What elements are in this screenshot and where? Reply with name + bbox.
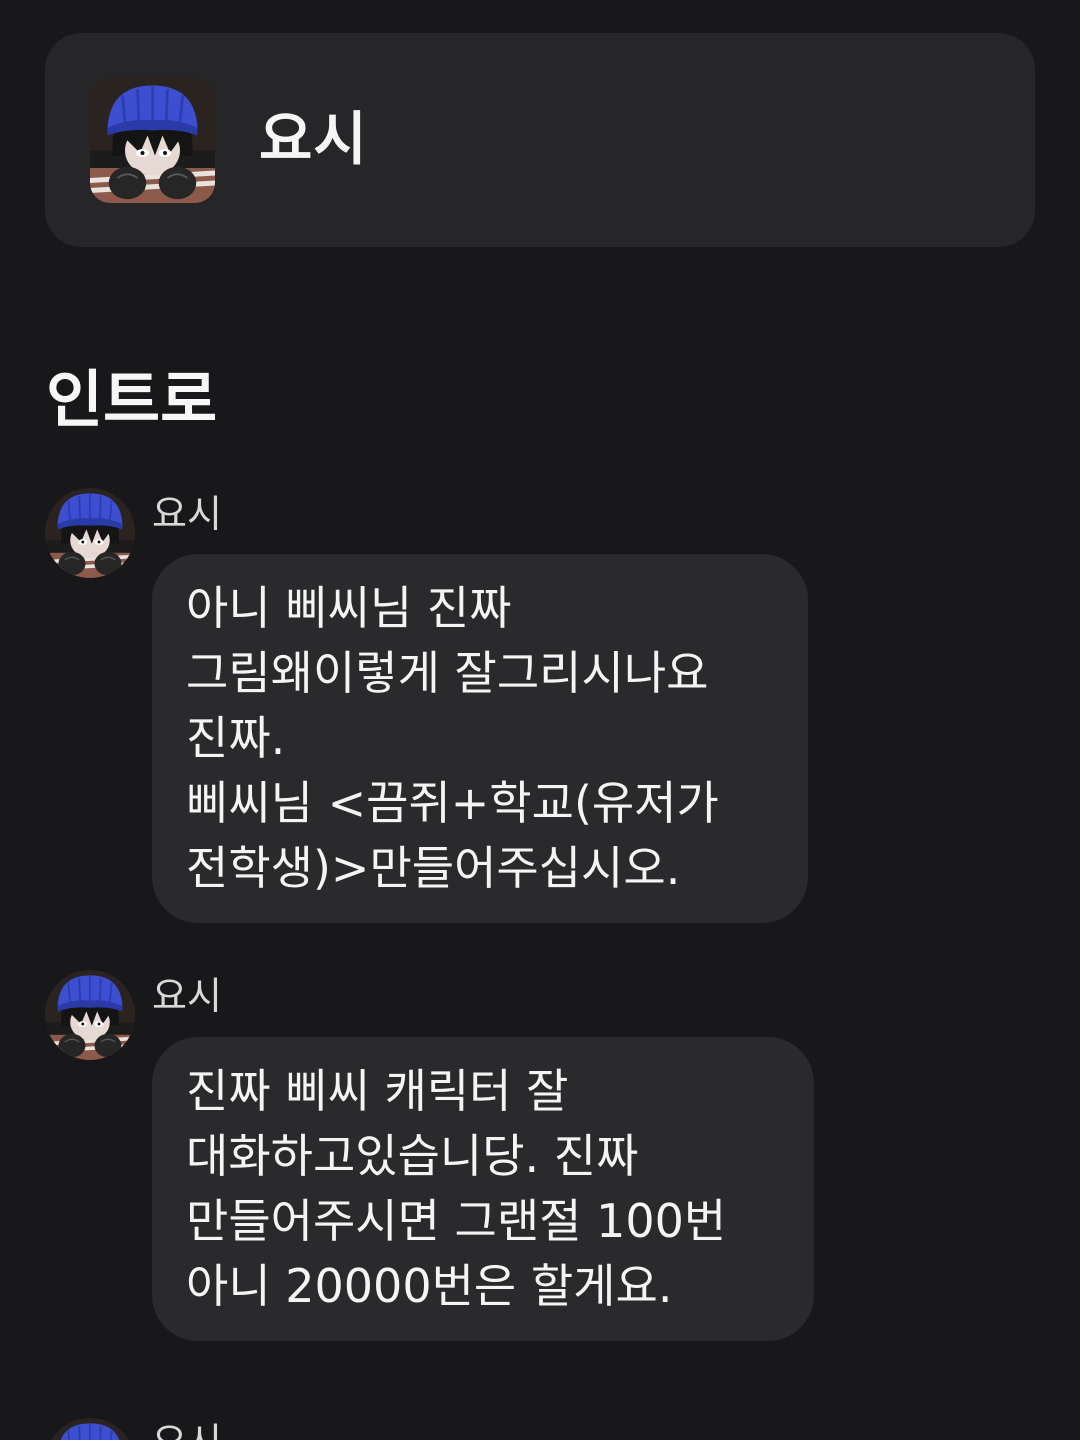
message-line: 만들어주시면 그랜절 100번 (186, 1194, 727, 1248)
message-sender-name: 요시 (152, 1418, 222, 1440)
message-line: 진짜. (186, 711, 286, 765)
message-line: 진짜 삐씨 캐릭터 잘 (186, 1064, 569, 1118)
message-sender-name: 요시 (152, 492, 222, 536)
sender-avatar-icon[interactable] (45, 488, 135, 578)
message-line: 아니 20000번은 할게요. (186, 1259, 673, 1313)
character-header-card[interactable]: 요시 (45, 33, 1035, 247)
chat-intro-screen: 요시 인트로 요시 아니 삐씨님 진짜 그림왜이렇게 잘그리시나요 진짜. 삐씨… (0, 0, 1080, 1440)
sender-avatar-icon[interactable] (45, 1418, 135, 1440)
message-bubble: 아니 삐씨님 진짜 그림왜이렇게 잘그리시나요 진짜. 삐씨님 <끔쥐+학교(유… (152, 554, 808, 923)
message-bubble: 진짜 삐씨 캐릭터 잘 대화하고있습니당. 진짜 만들어주시면 그랜절 100번… (152, 1037, 814, 1341)
message-line: 전학생)>만들어주십시오. (186, 841, 681, 895)
message-line: 그림왜이렇게 잘그리시나요 (186, 646, 709, 700)
sender-avatar-icon[interactable] (45, 970, 135, 1060)
character-name: 요시 (259, 105, 368, 173)
message-line: 삐씨님 <끔쥐+학교(유저가 (186, 776, 719, 830)
message-line: 대화하고있습니당. 진짜 (186, 1129, 639, 1183)
section-title: 인트로 (46, 363, 218, 436)
character-avatar-icon[interactable] (90, 78, 215, 203)
message-sender-name: 요시 (152, 974, 222, 1018)
message-line: 아니 삐씨님 진짜 (186, 581, 512, 635)
